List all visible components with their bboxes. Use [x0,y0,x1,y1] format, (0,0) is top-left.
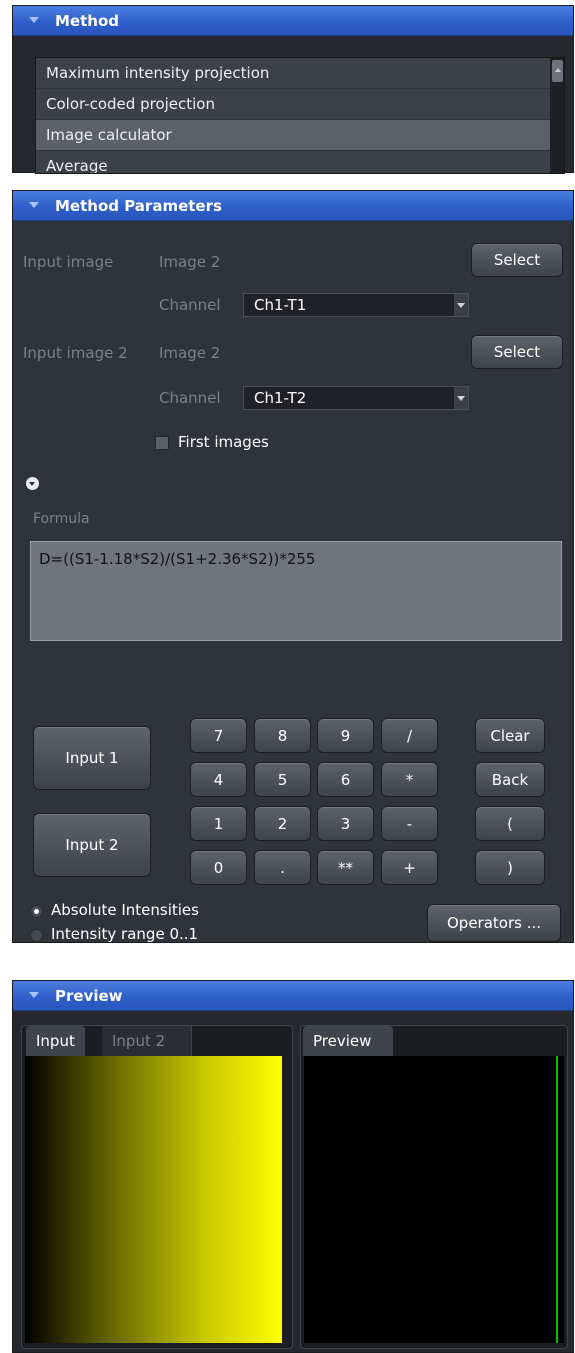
key-0-button[interactable]: 0 [190,850,247,885]
input-1-button[interactable]: Input 1 [33,726,151,790]
input-image-display[interactable] [25,1056,282,1343]
key-7-button[interactable]: 7 [190,718,247,753]
first-images-checkbox[interactable] [155,436,169,450]
preview-panel: Preview Input Input 2 Preview [12,980,574,1353]
operators-button[interactable]: Operators ... [427,904,561,942]
first-images-label[interactable]: First images [178,433,269,451]
key-divide-button[interactable]: / [381,718,438,753]
method-item-max-intensity[interactable]: Maximum intensity projection [36,58,564,89]
key-minus-button[interactable]: - [381,806,438,841]
open-paren-button[interactable]: ( [475,806,545,841]
collapse-arrow-icon[interactable] [29,992,39,998]
input-image-2-label: Input image 2 [23,344,128,362]
key-multiply-button[interactable]: * [381,762,438,797]
key-5-button[interactable]: 5 [254,762,311,797]
formula-label: Formula [33,511,90,527]
method-parameters-title: Method Parameters [55,197,222,215]
collapse-arrow-icon[interactable] [29,17,39,23]
intensity-range-label[interactable]: Intensity range 0..1 [51,925,198,943]
select-input-image-button[interactable]: Select [471,243,563,277]
expand-toggle-icon[interactable] [26,477,39,490]
absolute-intensities-radio[interactable] [30,905,43,918]
key-6-button[interactable]: 6 [317,762,374,797]
input-image-value: Image 2 [159,253,221,271]
channel-label: Channel [159,296,221,314]
method-item-image-calculator[interactable]: Image calculator [36,120,564,151]
absolute-intensities-label[interactable]: Absolute Intensities [51,901,199,919]
tab-preview[interactable]: Preview [303,1026,393,1056]
key-1-button[interactable]: 1 [190,806,247,841]
key-8-button[interactable]: 8 [254,718,311,753]
method-parameters-panel: Method Parameters Input image Image 2 Se… [12,190,574,943]
back-button[interactable]: Back [475,762,545,797]
channel-dropdown-1[interactable]: Ch1-T1 [243,293,469,317]
method-parameters-header[interactable]: Method Parameters [13,191,573,221]
method-item-average[interactable]: Average [36,151,564,173]
chevron-down-icon[interactable] [454,387,468,409]
channel-dropdown-2-value: Ch1-T2 [254,389,307,407]
key-3-button[interactable]: 3 [317,806,374,841]
preview-view: Preview [300,1025,568,1349]
close-paren-button[interactable]: ) [475,850,545,885]
preview-green-line [556,1056,558,1343]
key-plus-button[interactable]: + [381,850,438,885]
channel-dropdown-2[interactable]: Ch1-T2 [243,386,469,410]
key-dot-button[interactable]: . [254,850,311,885]
preview-image-display[interactable] [304,1056,564,1343]
input-image-2-value: Image 2 [159,344,221,362]
input-image-label: Input image [23,253,114,271]
preview-header[interactable]: Preview [13,981,573,1011]
scroll-up-icon[interactable] [552,60,563,82]
clear-button[interactable]: Clear [475,718,545,753]
tab-input-2[interactable]: Input 2 [102,1026,192,1056]
method-list-scrollbar[interactable] [550,58,564,173]
method-item-color-coded[interactable]: Color-coded projection [36,89,564,120]
key-2-button[interactable]: 2 [254,806,311,841]
key-9-button[interactable]: 9 [317,718,374,753]
method-list[interactable]: Maximum intensity projection Color-coded… [35,57,565,174]
select-input-image-2-button[interactable]: Select [471,335,563,369]
formula-input[interactable]: D=((S1-1.18*S2)/(S1+2.36*S2))*255 [30,541,562,641]
collapse-arrow-icon[interactable] [29,202,39,208]
preview-header-title: Preview [55,987,123,1005]
tab-input[interactable]: Input [26,1026,85,1056]
method-header-title: Method [55,12,119,30]
channel-label-2: Channel [159,389,221,407]
key-power-button[interactable]: ** [317,850,374,885]
channel-dropdown-1-value: Ch1-T1 [254,296,307,314]
intensity-range-radio[interactable] [30,929,43,942]
method-panel: Method Maximum intensity projection Colo… [12,5,574,174]
key-4-button[interactable]: 4 [190,762,247,797]
input-2-button[interactable]: Input 2 [33,813,151,877]
method-header[interactable]: Method [13,6,573,36]
chevron-down-icon[interactable] [454,294,468,316]
input-view: Input Input 2 [21,1025,293,1349]
